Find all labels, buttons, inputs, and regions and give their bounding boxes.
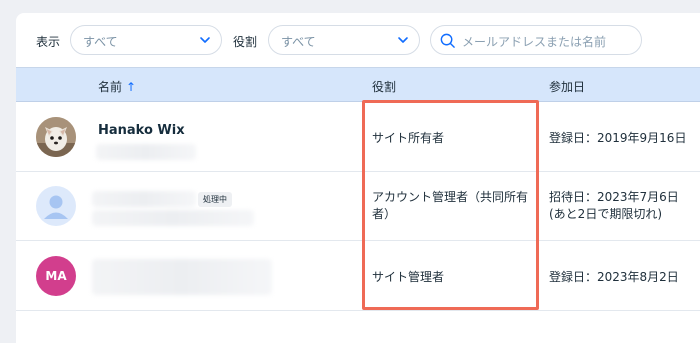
column-header-name[interactable]: 名前 ↑ [98,78,136,95]
display-filter-label: 表示 [36,35,61,49]
chevron-down-icon [398,37,408,43]
search-input[interactable]: メールアドレスまたは名前 [430,25,642,55]
role-column-highlight [362,100,539,310]
display-filter-value: すべて [83,35,118,49]
table-header: 名前 ↑ 役割 参加日 [16,67,700,102]
member-name: Hanako Wix [98,123,185,138]
member-invite-date: 招待日：2023年7月6日 (あと2日で期限切れ) [549,190,679,221]
member-joined-date: 登録日：2023年8月2日 [549,270,679,284]
user-placeholder-icon [44,195,68,219]
member-joined-date: 登録日：2019年9月16日 [549,131,687,145]
redacted-name-email [92,259,272,295]
redacted-email [96,144,196,160]
table-row[interactable]: MA サイト管理者 登録日：2023年8月2日 [16,241,700,311]
collaborators-panel: 表示 すべて 役割 すべて メールアドレスまたは名前 名前 ↑ 役割 参加日 H… [16,13,700,343]
dog-photo-icon [36,117,76,157]
search-placeholder: メールアドレスまたは名前 [462,35,607,49]
role-filter-select[interactable]: すべて [268,25,420,55]
redacted-name [92,191,196,207]
chevron-down-icon [200,37,210,43]
search-icon [440,33,455,48]
table-row[interactable]: 処理中 アカウント管理者（共同所有 者） 招待日：2023年7月6日 (あと2日で期… [16,172,700,241]
column-header-role: 役割 [372,80,397,94]
display-filter-select[interactable]: すべて [70,25,222,55]
role-filter-label: 役割 [233,35,258,49]
redacted-email [92,210,254,226]
column-header-joined: 参加日 [549,80,586,94]
avatar [36,186,76,226]
avatar-initials: MA [36,256,76,296]
sort-ascending-icon: ↑ [126,80,137,94]
filter-bar: 表示 すべて 役割 すべて メールアドレスまたは名前 [16,13,700,67]
role-filter-value: すべて [281,35,316,49]
table-row[interactable]: Hanako Wix サイト所有者 登録日：2019年9月16日 [16,102,700,172]
avatar [36,117,76,157]
status-badge: 処理中 [198,192,232,207]
